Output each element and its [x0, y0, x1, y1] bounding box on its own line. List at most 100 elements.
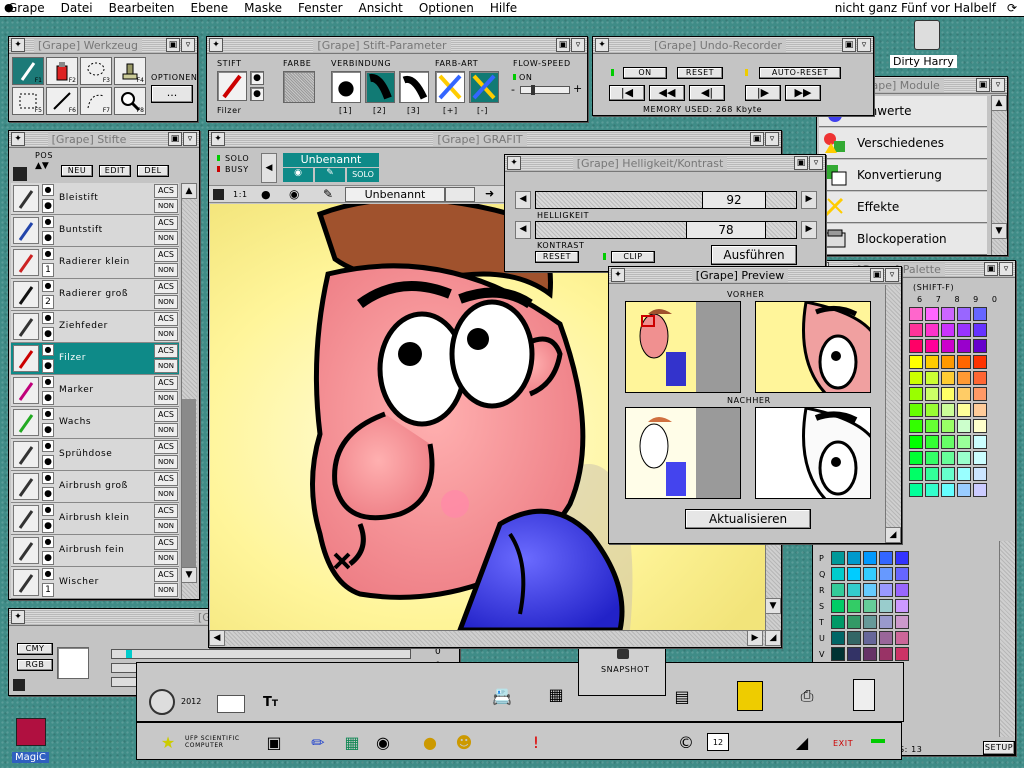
- disk-drive-icon[interactable]: ▤: [665, 683, 699, 709]
- pen-item-eraser-small[interactable]: ● 1 Radierer klein ACS NON: [11, 247, 179, 279]
- color-swatch[interactable]: [925, 355, 939, 369]
- color-swatch[interactable]: [957, 339, 971, 353]
- color-swatch[interactable]: [879, 647, 893, 661]
- color-swatch[interactable]: [925, 419, 939, 433]
- color-swatch[interactable]: [847, 631, 861, 645]
- flow-plus[interactable]: +: [573, 82, 582, 95]
- iconify-icon[interactable]: ▣: [976, 78, 990, 92]
- iconify-icon[interactable]: ▣: [984, 262, 998, 276]
- pen-acs-toggle[interactable]: ACS: [154, 376, 178, 390]
- palette-setup-button[interactable]: SETUP: [983, 741, 1015, 755]
- pen-drop[interactable]: ●: [250, 87, 264, 101]
- farbart-plus[interactable]: [435, 71, 465, 103]
- iconify-icon[interactable]: ▣: [168, 132, 182, 146]
- del-button[interactable]: DEL: [137, 165, 169, 177]
- color-swatch[interactable]: [831, 631, 845, 645]
- pen-acs-toggle[interactable]: ACS: [154, 216, 178, 230]
- color-swatch[interactable]: [973, 323, 987, 337]
- close-icon[interactable]: ✦: [211, 132, 225, 146]
- color-swatch[interactable]: [895, 631, 909, 645]
- kontrast-thumb[interactable]: 78: [686, 222, 766, 238]
- iconify-icon[interactable]: ▣: [166, 38, 180, 52]
- close-icon[interactable]: ✦: [507, 156, 521, 170]
- close-icon[interactable]: ✦: [11, 132, 25, 146]
- color-swatch[interactable]: [957, 451, 971, 465]
- arrow-right-icon[interactable]: ➜: [485, 187, 494, 200]
- magic-book-icon[interactable]: [16, 718, 46, 746]
- color-swatch[interactable]: [831, 551, 845, 565]
- color-swatch[interactable]: [895, 567, 909, 581]
- helligkeit-thumb[interactable]: 92: [702, 192, 766, 208]
- color-swatch[interactable]: [941, 403, 955, 417]
- tool-line[interactable]: F6: [46, 87, 78, 115]
- coin-icon[interactable]: ●: [419, 731, 441, 753]
- color-swatch[interactable]: [925, 371, 939, 385]
- color-swatch[interactable]: [909, 371, 923, 385]
- color-swatch[interactable]: [909, 339, 923, 353]
- iconify-icon[interactable]: ▣: [870, 268, 884, 282]
- pen-acs-toggle[interactable]: ACS: [154, 280, 178, 294]
- color-swatch[interactable]: [879, 599, 893, 613]
- pen-dot-small[interactable]: ●: [250, 71, 264, 85]
- preview-scrollbar[interactable]: [885, 285, 901, 527]
- flow-slider[interactable]: [520, 85, 570, 95]
- color-swatch[interactable]: [863, 551, 877, 565]
- color-swatch[interactable]: [941, 323, 955, 337]
- cyan-value[interactable]: 0: [435, 647, 441, 657]
- pen-acs-toggle[interactable]: ACS: [154, 184, 178, 198]
- color-swatch[interactable]: [973, 403, 987, 417]
- pen-size-dot[interactable]: ●: [42, 248, 54, 260]
- color-swatch[interactable]: [957, 323, 971, 337]
- eyes-icon[interactable]: ◉: [369, 731, 397, 753]
- undo-first-button[interactable]: |◀: [609, 85, 645, 101]
- color-swatch[interactable]: [831, 647, 845, 661]
- dirty-harry-label[interactable]: Dirty Harry: [890, 55, 957, 68]
- undo-step-back-button[interactable]: ◀|: [689, 85, 725, 101]
- palette-swatches-bottom[interactable]: [831, 551, 909, 661]
- werkzeug-titlebar[interactable]: ✦ [Grape] Werkzeug ▣ ▿: [9, 37, 197, 54]
- color-swatch[interactable]: [895, 599, 909, 613]
- resize-icon[interactable]: ◢: [885, 527, 901, 543]
- connection-1[interactable]: ●: [331, 71, 361, 103]
- stift-parameter-titlebar[interactable]: ✦ [Grape] Stift-Parameter ▣ ▿: [207, 37, 587, 54]
- pen-non-toggle[interactable]: NON: [154, 455, 178, 469]
- pen-size-dot[interactable]: ●: [42, 440, 54, 452]
- computer-icon[interactable]: ▣: [263, 731, 285, 753]
- color-swatch[interactable]: [925, 307, 939, 321]
- color-swatch[interactable]: [879, 551, 893, 565]
- pen-item-pencil[interactable]: ● ● Bleistift ACS NON: [11, 183, 179, 215]
- color-swatch[interactable]: [973, 371, 987, 385]
- module-item-blockoperation[interactable]: Blockoperation: [819, 224, 987, 255]
- color-swatch[interactable]: [879, 615, 893, 629]
- color-swatch[interactable]: [941, 435, 955, 449]
- tool-stamp[interactable]: F4: [114, 57, 146, 85]
- nachher-thumbnail[interactable]: [625, 407, 741, 499]
- pen-non-toggle[interactable]: NON: [154, 487, 178, 501]
- pen-item-spray-can[interactable]: ● ● Sprühdose ACS NON: [11, 439, 179, 471]
- iconify-icon[interactable]: ▣: [750, 132, 764, 146]
- neu-button[interactable]: NEU: [61, 165, 93, 177]
- pen-non-toggle[interactable]: NON: [154, 263, 178, 277]
- pen-acs-toggle[interactable]: ACS: [154, 248, 178, 262]
- color-swatch[interactable]: [879, 583, 893, 597]
- preview-titlebar[interactable]: ✦ [Grape] Preview ▣ ▿: [609, 267, 901, 284]
- fuller-icon[interactable]: ▿: [571, 38, 585, 52]
- pen-shape[interactable]: ●: [42, 327, 54, 341]
- color-swatch[interactable]: [847, 567, 861, 581]
- grafit-titlebar[interactable]: ✦ [Grape] GRAFIT ▣ ▿: [209, 131, 781, 148]
- scroll-down-icon[interactable]: ▼: [991, 223, 1007, 239]
- fuller-icon[interactable]: ▿: [809, 156, 823, 170]
- pen-non-toggle[interactable]: NON: [154, 519, 178, 533]
- eye-icon[interactable]: ◉: [289, 187, 299, 201]
- color-swatch[interactable]: [847, 551, 861, 565]
- pen-item-felt-pen[interactable]: ● ● Filzer ACS NON: [11, 343, 179, 375]
- color-swatch[interactable]: [925, 387, 939, 401]
- color-swatch[interactable]: [895, 551, 909, 565]
- clock-dial-icon[interactable]: [149, 689, 175, 715]
- menu-fenster[interactable]: Fenster: [290, 1, 351, 15]
- connection-2[interactable]: [365, 71, 395, 103]
- undo-forward-button[interactable]: ▶▶: [785, 85, 821, 101]
- kontrast-increase-icon[interactable]: ▶: [801, 221, 817, 239]
- rgb-button[interactable]: RGB: [17, 659, 53, 671]
- color-swatch[interactable]: [925, 339, 939, 353]
